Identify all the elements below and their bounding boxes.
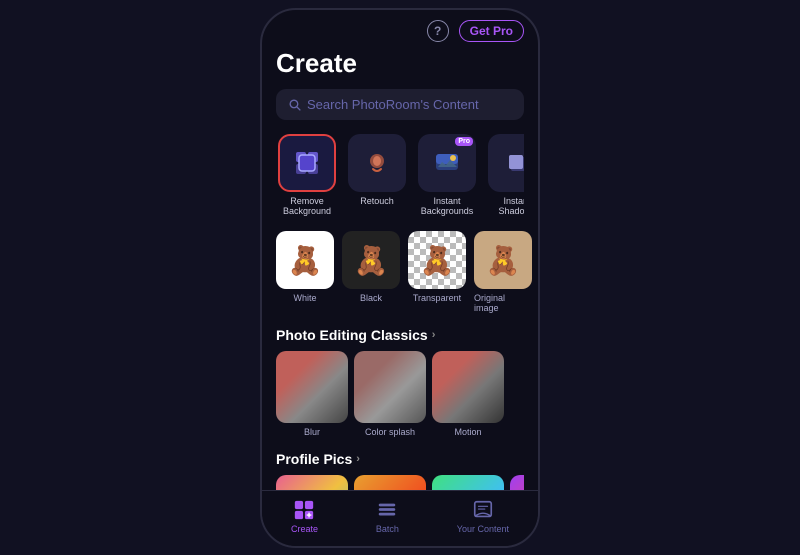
backgrounds-row: 🧸 White 🧸 Black 🧸 Transparent: [276, 231, 524, 313]
bear-transparent-icon: 🧸: [420, 244, 455, 277]
bear-white-icon: 🧸: [288, 244, 323, 277]
bg-label-white: White: [293, 293, 316, 303]
bg-thumb-white: 🧸: [276, 231, 334, 289]
tool-retouch[interactable]: Retouch: [346, 134, 408, 218]
remove-bg-svg-icon: [293, 149, 321, 177]
photo-item-color-splash[interactable]: Color splash: [354, 351, 426, 437]
top-bar: ? Get Pro: [262, 10, 538, 48]
retouch-svg-icon: [363, 149, 391, 177]
tool-icon-retouch: [348, 134, 406, 192]
photo-editing-arrow: ›: [432, 329, 436, 341]
tool-icon-instant-bg: Pro: [418, 134, 476, 192]
batch-nav-icon: [376, 499, 398, 521]
nav-label-your-content: Your Content: [457, 524, 509, 534]
tool-icon-remove-bg: [278, 134, 336, 192]
bg-label-black: Black: [360, 293, 382, 303]
help-icon[interactable]: ?: [427, 20, 449, 42]
page-title: Create: [276, 48, 524, 79]
profile-pics-title[interactable]: Profile Pics ›: [276, 451, 524, 467]
bg-label-original: Original image: [474, 293, 532, 313]
phone-frame: ? Get Pro Create Search PhotoRoom's Cont…: [260, 8, 540, 548]
content-area: Create Search PhotoRoom's Content: [262, 48, 538, 490]
tool-label-instant-bg: InstantBackgrounds: [421, 196, 474, 218]
search-icon: [288, 98, 301, 111]
bear-original-icon: 🧸: [486, 244, 521, 277]
tool-label-remove-bg: RemoveBackground: [283, 196, 331, 218]
profile-pics-arrow: ›: [356, 453, 360, 465]
bg-thumb-black: 🧸: [342, 231, 400, 289]
search-bar[interactable]: Search PhotoRoom's Content: [276, 89, 524, 120]
tool-remove-bg[interactable]: RemoveBackground: [276, 134, 338, 218]
photo-label-color-splash: Color splash: [365, 427, 415, 437]
profile-thumb-4[interactable]: [510, 475, 524, 489]
photo-thumb-motion: [432, 351, 504, 423]
photo-editing-title[interactable]: Photo Editing Classics ›: [276, 327, 524, 343]
nav-label-batch: Batch: [376, 524, 399, 534]
bottom-nav: Create Batch Your Content: [262, 490, 538, 546]
profile-thumb-1[interactable]: [276, 475, 348, 489]
profile-pics-row: [276, 475, 524, 489]
photo-item-motion[interactable]: Motion: [432, 351, 504, 437]
your-content-nav-icon: [472, 499, 494, 521]
tool-label-instant-shadows: Instant Shadows: [486, 196, 524, 218]
photo-editing-row: Blur Color splash Motion: [276, 351, 524, 437]
tool-label-retouch: Retouch: [360, 196, 394, 207]
photo-item-blur[interactable]: Blur: [276, 351, 348, 437]
photo-thumb-color-splash: [354, 351, 426, 423]
profile-thumb-2[interactable]: [354, 475, 426, 489]
bg-black[interactable]: 🧸 Black: [342, 231, 400, 313]
instant-shadows-svg-icon: [503, 149, 524, 177]
profile-thumb-3[interactable]: [432, 475, 504, 489]
create-nav-icon: [293, 499, 315, 521]
bg-thumb-original: 🧸: [474, 231, 532, 289]
pro-badge-instant-bg: Pro: [455, 137, 473, 146]
bg-thumb-transparent: 🧸: [408, 231, 466, 289]
get-pro-button[interactable]: Get Pro: [459, 20, 524, 42]
nav-item-your-content[interactable]: Your Content: [457, 499, 509, 534]
tool-instant-shadows[interactable]: Pro Instant Shadows: [486, 134, 524, 218]
bg-label-transparent: Transparent: [413, 293, 461, 303]
nav-item-batch[interactable]: Batch: [376, 499, 399, 534]
tools-row: RemoveBackground Retouch: [276, 134, 524, 218]
bg-transparent[interactable]: 🧸 Transparent: [408, 231, 466, 313]
app-background: ? Get Pro Create Search PhotoRoom's Cont…: [0, 0, 800, 555]
bg-original[interactable]: 🧸 Original image: [474, 231, 532, 313]
photo-thumb-blur: [276, 351, 348, 423]
search-placeholder: Search PhotoRoom's Content: [307, 97, 479, 112]
bear-black-icon: 🧸: [354, 244, 389, 277]
bg-white[interactable]: 🧸 White: [276, 231, 334, 313]
instant-bg-svg-icon: [433, 149, 461, 177]
tool-instant-bg[interactable]: Pro InstantBackgrounds: [416, 134, 478, 218]
tool-icon-instant-shadows: Pro: [488, 134, 524, 192]
photo-label-blur: Blur: [304, 427, 320, 437]
photo-label-motion: Motion: [454, 427, 481, 437]
nav-item-create[interactable]: Create: [291, 499, 318, 534]
nav-label-create: Create: [291, 524, 318, 534]
